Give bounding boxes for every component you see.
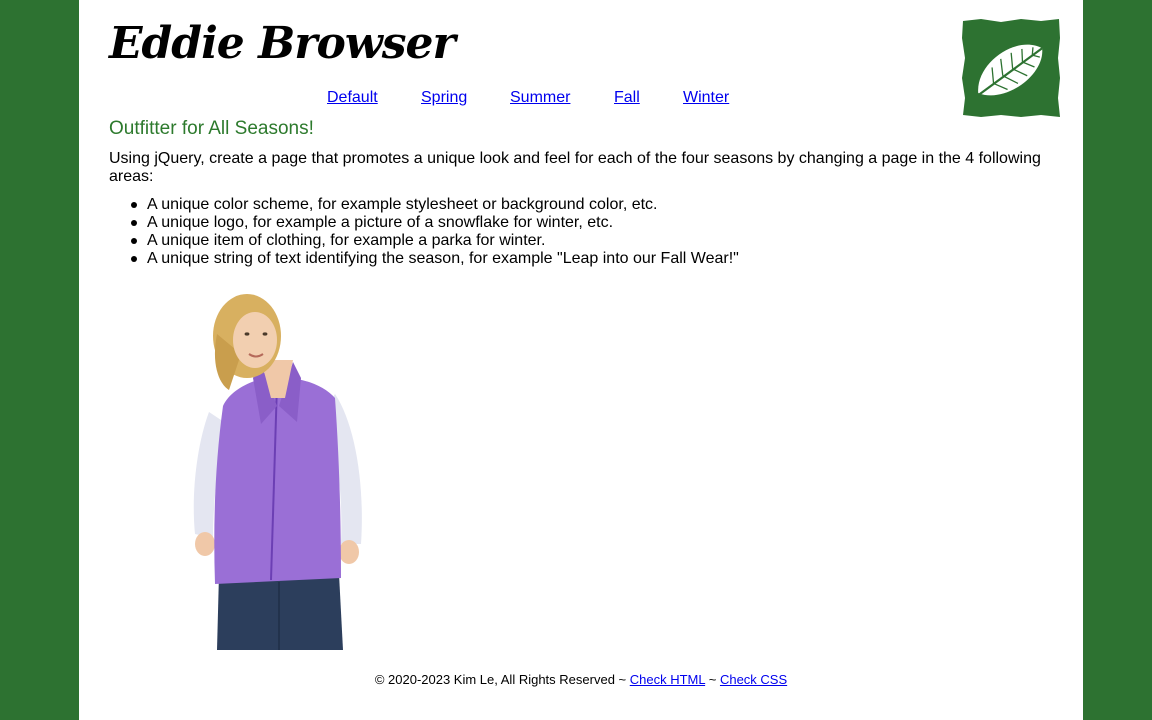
list-item: A unique logo, for example a picture of … bbox=[131, 214, 739, 232]
nav-link-spring[interactable]: Spring bbox=[421, 89, 467, 107]
list-item: A unique string of text identifying the … bbox=[131, 250, 739, 267]
requirements-list: A unique color scheme, for example style… bbox=[131, 196, 739, 268]
nav-link-winter[interactable]: Winter bbox=[683, 89, 729, 107]
nav-link-fall[interactable]: Fall bbox=[614, 89, 640, 107]
season-tagline: Outfitter for All Seasons! bbox=[109, 118, 314, 139]
nav-link-default[interactable]: Default bbox=[327, 89, 378, 107]
copyright-text: © 2020-2023 Kim Le, All Rights Reserved … bbox=[374, 672, 630, 687]
site-footer: © 2020-2023 Kim Le, All Rights Reserved … bbox=[79, 672, 1083, 687]
site-title: Eddie Browser bbox=[109, 18, 456, 69]
list-item: A unique item of clothing, for example a… bbox=[131, 232, 739, 250]
intro-text: Using jQuery, create a page that promote… bbox=[109, 150, 1041, 185]
check-html-link[interactable]: Check HTML bbox=[630, 672, 705, 687]
leaf-icon bbox=[962, 19, 1060, 117]
nav-link-summer[interactable]: Summer bbox=[510, 89, 570, 107]
page-container: Eddie Browser Default Spring Summer Fall… bbox=[79, 0, 1083, 720]
product-image bbox=[193, 294, 362, 650]
check-css-link[interactable]: Check CSS bbox=[720, 672, 787, 687]
list-item: A unique color scheme, for example style… bbox=[131, 196, 739, 214]
footer-separator: ~ bbox=[705, 672, 720, 687]
